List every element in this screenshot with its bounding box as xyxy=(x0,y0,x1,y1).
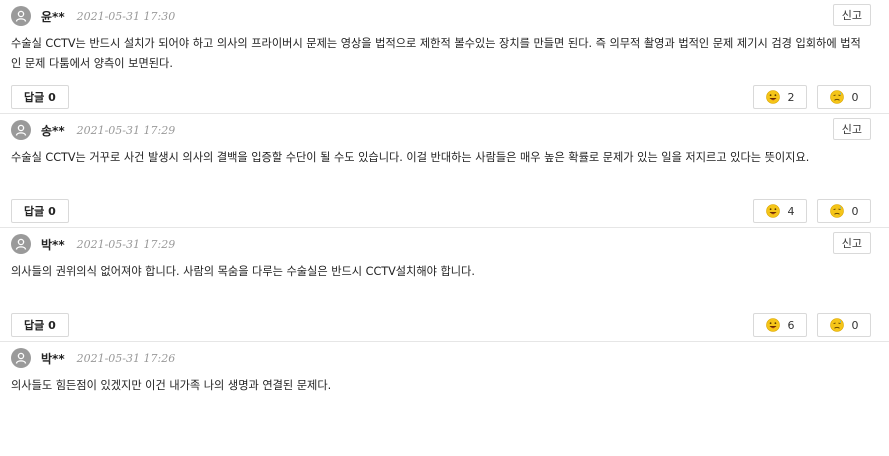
reaction-group: 4 0 xyxy=(753,199,871,223)
comment-body: 의사들도 힘든점이 있겠지만 이건 내가족 나의 생명과 연결된 문제다. xyxy=(11,379,332,392)
like-button[interactable]: 6 xyxy=(753,313,807,337)
report-button[interactable]: 신고 xyxy=(832,118,871,140)
comment-date: 2021-05-31 17:26 xyxy=(76,351,176,365)
user-avatar-icon xyxy=(11,120,31,140)
sad-face-icon xyxy=(829,90,844,104)
dislike-button[interactable]: 0 xyxy=(817,199,871,223)
comment-author: 박** xyxy=(41,237,65,252)
user-avatar-icon xyxy=(11,234,31,254)
dislike-count: 0 xyxy=(851,318,859,332)
report-button[interactable]: 신고 xyxy=(832,4,871,26)
comment-body: 수술실 CCTV는 반드시 설치가 되어야 하고 의사의 프라이버시 문제는 영… xyxy=(11,37,861,70)
reaction-group: 2 0 xyxy=(753,85,871,109)
comment-date: 2021-05-31 17:29 xyxy=(76,237,176,251)
comment-author: 송** xyxy=(41,123,65,138)
like-count: 6 xyxy=(787,318,795,332)
dislike-button[interactable]: 0 xyxy=(817,85,871,109)
laughing-face-icon xyxy=(765,90,780,104)
comment-header: 박** 2021-05-31 17:26 xyxy=(11,348,175,368)
reaction-group: 6 0 xyxy=(753,313,871,337)
comment-header: 윤** 2021-05-31 17:30 xyxy=(11,6,175,26)
comment-author: 박** xyxy=(41,351,65,366)
comment-item: 박** 2021-05-31 17:26 의사들도 힘든점이 있겠지만 이건 내… xyxy=(0,342,889,456)
comment-item: 박** 2021-05-31 17:29 신고 의사들의 권위의식 없어져야 합… xyxy=(0,228,889,342)
comment-item: 윤** 2021-05-31 17:30 신고 수술실 CCTV는 반드시 설치… xyxy=(0,0,889,114)
reply-button[interactable]: 답글 0 xyxy=(11,199,69,223)
like-button[interactable]: 4 xyxy=(753,199,807,223)
like-button[interactable]: 2 xyxy=(753,85,807,109)
reply-button[interactable]: 답글 0 xyxy=(11,85,69,109)
comment-header: 박** 2021-05-31 17:29 xyxy=(11,234,175,254)
dislike-count: 0 xyxy=(851,204,859,218)
reply-button[interactable]: 답글 0 xyxy=(11,313,69,337)
laughing-face-icon xyxy=(765,318,780,332)
laughing-face-icon xyxy=(765,204,780,218)
comment-body: 수술실 CCTV는 거꾸로 사건 발생시 의사의 결백을 입증할 수단이 될 수… xyxy=(11,151,810,164)
comment-date: 2021-05-31 17:29 xyxy=(76,123,176,137)
report-button[interactable]: 신고 xyxy=(832,232,871,254)
like-count: 4 xyxy=(787,204,795,218)
dislike-button[interactable]: 0 xyxy=(817,313,871,337)
comment-body: 의사들의 권위의식 없어져야 합니다. 사람의 목숨을 다루는 수술실은 반드시… xyxy=(11,265,475,278)
sad-face-icon xyxy=(829,204,844,218)
comment-list: 윤** 2021-05-31 17:30 신고 수술실 CCTV는 반드시 설치… xyxy=(0,0,889,456)
user-avatar-icon xyxy=(11,348,31,368)
comment-author: 윤** xyxy=(41,9,65,24)
dislike-count: 0 xyxy=(851,90,859,104)
comment-header: 송** 2021-05-31 17:29 xyxy=(11,120,175,140)
user-avatar-icon xyxy=(11,6,31,26)
comment-item: 송** 2021-05-31 17:29 신고 수술실 CCTV는 거꾸로 사건… xyxy=(0,114,889,228)
sad-face-icon xyxy=(829,318,844,332)
comment-date: 2021-05-31 17:30 xyxy=(76,9,176,23)
like-count: 2 xyxy=(787,90,795,104)
